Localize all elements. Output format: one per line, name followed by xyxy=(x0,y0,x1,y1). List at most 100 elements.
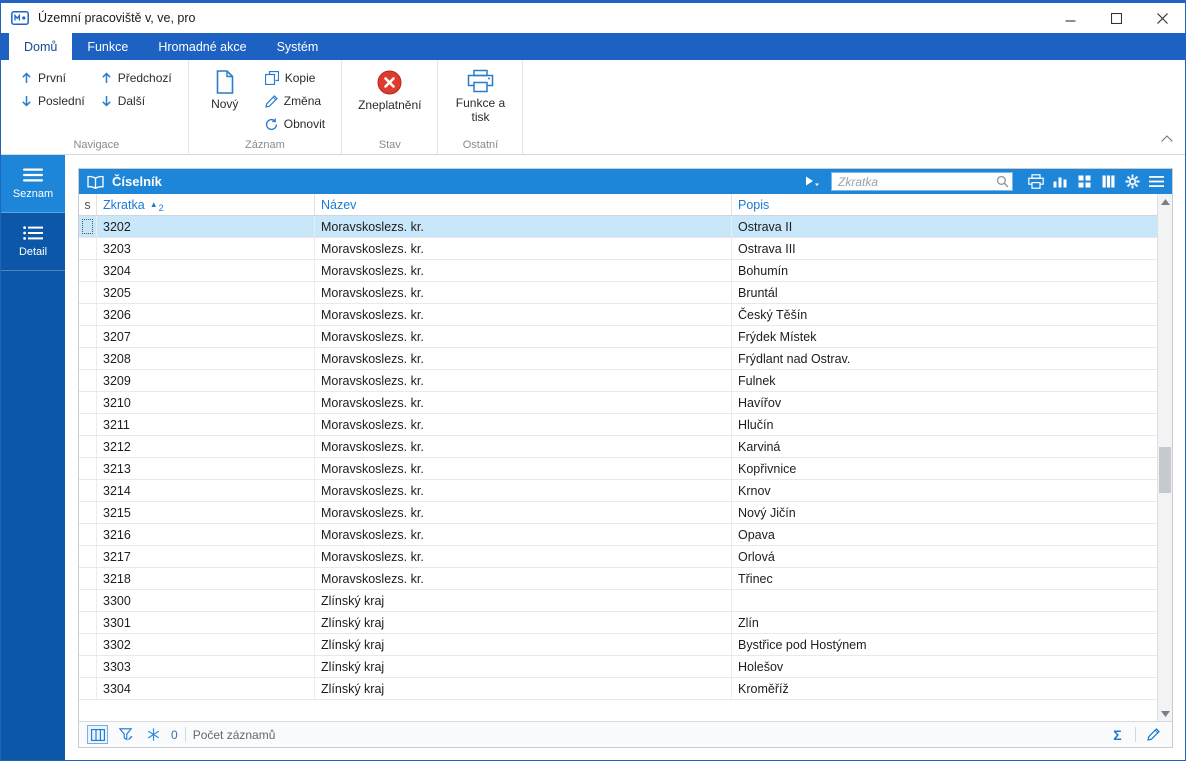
cell-s xyxy=(79,524,97,545)
invalidate-button[interactable]: Zneplatnění xyxy=(352,67,427,113)
edit-button[interactable] xyxy=(1143,725,1164,744)
last-record-button[interactable]: Poslední xyxy=(15,90,91,112)
search-input[interactable] xyxy=(838,174,996,189)
cell-s xyxy=(79,546,97,567)
table-row[interactable]: 3300 Zlínský kraj xyxy=(79,590,1157,612)
window-controls xyxy=(1047,3,1185,33)
divider xyxy=(184,727,186,742)
new-button[interactable]: Nový xyxy=(199,67,251,112)
cell-nazev: Moravskoslezs. kr. xyxy=(315,524,732,545)
cell-nazev: Zlínský kraj xyxy=(315,656,732,677)
cell-popis: Nový Jičín xyxy=(738,505,796,520)
table-row[interactable]: 3203 Moravskoslezs. kr. Ostrava III xyxy=(79,238,1157,260)
close-button[interactable] xyxy=(1139,3,1185,33)
table-row[interactable]: 3211 Moravskoslezs. kr. Hlučín xyxy=(79,414,1157,436)
filter-edit-button[interactable] xyxy=(115,725,136,744)
sum-button[interactable]: Σ xyxy=(1107,725,1128,744)
copy-button[interactable]: Kopie xyxy=(259,67,331,89)
cell-s xyxy=(79,370,97,391)
cell-nazev: Moravskoslezs. kr. xyxy=(315,414,732,435)
settings-button[interactable] xyxy=(1121,171,1143,192)
table-row[interactable]: 3214 Moravskoslezs. kr. Krnov xyxy=(79,480,1157,502)
cell-popis xyxy=(732,590,1157,611)
table-row[interactable]: 3304 Zlínský kraj Kroměříž xyxy=(79,678,1157,700)
arrow-down-icon xyxy=(21,95,32,107)
table-row[interactable]: 3206 Moravskoslezs. kr. Český Těšín xyxy=(79,304,1157,326)
table-row[interactable]: 3216 Moravskoslezs. kr. Opava xyxy=(79,524,1157,546)
group-label-navigace: Navigace xyxy=(73,139,120,151)
scrollbar-track[interactable] xyxy=(1158,209,1172,706)
tab-system[interactable]: Systém xyxy=(262,33,334,60)
table-row[interactable]: 3213 Moravskoslezs. kr. Kopřivnice xyxy=(79,458,1157,480)
cell-s xyxy=(79,392,97,413)
cell-zkratka: 3215 xyxy=(97,502,315,523)
maximize-button[interactable] xyxy=(1093,3,1139,33)
continue-button[interactable] xyxy=(801,171,823,192)
table-body: 3202 Moravskoslezs. kr. Ostrava II 3203 … xyxy=(79,216,1157,721)
cell-zkratka: 3207 xyxy=(97,326,315,347)
gear-icon xyxy=(1124,174,1140,189)
pivot-button[interactable] xyxy=(1073,171,1095,192)
table-row[interactable]: 3303 Zlínský kraj Holešov xyxy=(79,656,1157,678)
functions-print-button[interactable]: Funkce a tisk xyxy=(448,67,512,125)
sidebar-item-label: Seznam xyxy=(12,187,54,200)
search-icon[interactable] xyxy=(996,175,1009,188)
first-record-button[interactable]: První xyxy=(15,67,91,89)
table-row[interactable]: 3301 Zlínský kraj Zlín xyxy=(79,612,1157,634)
view-columns-button[interactable] xyxy=(87,725,108,744)
cell-zkratka: 3304 xyxy=(97,678,315,699)
table-row[interactable]: 3208 Moravskoslezs. kr. Frýdlant nad Ost… xyxy=(79,348,1157,370)
panel-title: Číselník xyxy=(112,174,162,189)
scrollbar-thumb[interactable] xyxy=(1159,447,1171,493)
table-row[interactable]: 3209 Moravskoslezs. kr. Fulnek xyxy=(79,370,1157,392)
minimize-button[interactable] xyxy=(1047,3,1093,33)
table-row[interactable]: 3202 Moravskoslezs. kr. Ostrava II xyxy=(79,216,1157,238)
tab-hromadne-akce[interactable]: Hromadné akce xyxy=(143,33,261,60)
change-button[interactable]: Změna xyxy=(259,90,331,112)
column-header-popis[interactable]: Popis xyxy=(732,194,1157,215)
cell-nazev: Moravskoslezs. kr. xyxy=(315,568,732,589)
cell-popis: Kroměříž xyxy=(738,681,789,696)
app-icon[interactable] xyxy=(11,11,29,25)
chart-button[interactable] xyxy=(1049,171,1071,192)
table-row[interactable]: 3205 Moravskoslezs. kr. Bruntál xyxy=(79,282,1157,304)
scroll-up-button[interactable] xyxy=(1158,194,1172,209)
cell-s xyxy=(79,568,97,589)
column-header-zkratka[interactable]: Zkratka ▲ 2 xyxy=(97,194,315,215)
next-record-button[interactable]: Další xyxy=(95,90,178,112)
cell-s xyxy=(79,678,97,699)
vertical-scrollbar[interactable] xyxy=(1157,194,1172,721)
table-row[interactable]: 3204 Moravskoslezs. kr. Bohumín xyxy=(79,260,1157,282)
tab-domu[interactable]: Domů xyxy=(9,33,73,60)
snowflake-icon xyxy=(148,728,159,741)
columns-button[interactable] xyxy=(1097,171,1119,192)
tab-funkce[interactable]: Funkce xyxy=(72,33,143,60)
sort-asc-icon: ▲ xyxy=(149,199,158,209)
column-header-s[interactable]: s xyxy=(79,194,97,215)
search-box xyxy=(831,172,1013,191)
table-row[interactable]: 3218 Moravskoslezs. kr. Třinec xyxy=(79,568,1157,590)
table-row[interactable]: 3217 Moravskoslezs. kr. Orlová xyxy=(79,546,1157,568)
cell-zkratka: 3212 xyxy=(97,436,315,457)
cell-s xyxy=(79,656,97,677)
sidebar-item-detail[interactable]: Detail xyxy=(1,213,65,271)
cell-s xyxy=(79,502,97,523)
arrow-down-icon xyxy=(101,95,112,107)
printer-icon xyxy=(467,69,494,94)
menu-button[interactable] xyxy=(1145,171,1167,192)
freeze-button[interactable] xyxy=(143,725,164,744)
column-header-nazev[interactable]: Název xyxy=(315,194,732,215)
collapse-ribbon-button[interactable] xyxy=(1161,135,1173,147)
previous-record-button[interactable]: Předchozí xyxy=(95,67,178,89)
scroll-down-button[interactable] xyxy=(1158,706,1172,721)
table-row[interactable]: 3212 Moravskoslezs. kr. Karviná xyxy=(79,436,1157,458)
table-area: s Zkratka ▲ 2 Název Popis 3202 Moravskos… xyxy=(79,194,1172,721)
table-row[interactable]: 3207 Moravskoslezs. kr. Frýdek Místek xyxy=(79,326,1157,348)
sidebar-item-seznam[interactable]: Seznam xyxy=(1,155,65,213)
table-row[interactable]: 3302 Zlínský kraj Bystřice pod Hostýnem xyxy=(79,634,1157,656)
refresh-button[interactable]: Obnovit xyxy=(259,113,331,135)
table-row[interactable]: 3210 Moravskoslezs. kr. Havířov xyxy=(79,392,1157,414)
app-window: Územní pracoviště v, ve, pro Domů Funkce… xyxy=(0,0,1186,761)
print-button[interactable] xyxy=(1025,171,1047,192)
table-row[interactable]: 3215 Moravskoslezs. kr. Nový Jičín xyxy=(79,502,1157,524)
